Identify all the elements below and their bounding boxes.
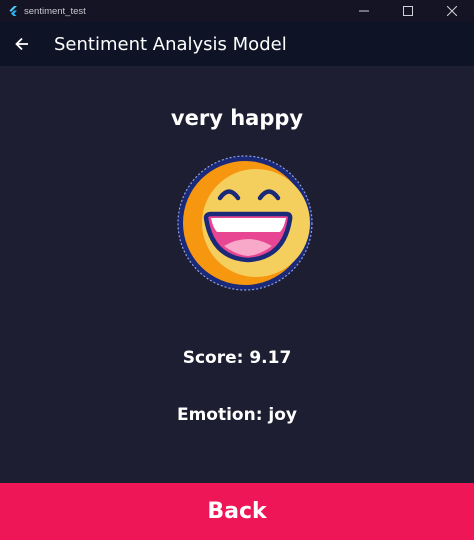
- minimize-button[interactable]: [342, 0, 386, 22]
- emotion-text: Emotion: joy: [176, 405, 298, 425]
- appbar-back-button[interactable]: [14, 36, 30, 52]
- close-icon: [447, 6, 457, 16]
- laughing-face-icon: [177, 155, 313, 291]
- flutter-icon: [9, 6, 17, 16]
- app-bar: Sentiment Analysis Model: [0, 22, 474, 66]
- sentiment-label: very happy: [170, 106, 304, 130]
- page-title: Sentiment Analysis Model: [54, 33, 287, 55]
- close-button[interactable]: [430, 0, 474, 22]
- window-controls: [342, 0, 474, 22]
- window-titlebar: sentiment_test: [0, 0, 474, 22]
- app-window: sentiment_test Sentiment Analysis Model …: [0, 0, 474, 540]
- maximize-button[interactable]: [386, 0, 430, 22]
- window-title: sentiment_test: [24, 5, 86, 17]
- score-text: Score: 9.17: [182, 348, 292, 368]
- back-button[interactable]: Back: [0, 483, 474, 540]
- arrow-left-icon: [15, 37, 28, 51]
- maximize-icon: [403, 6, 413, 16]
- minimize-icon: [359, 10, 369, 12]
